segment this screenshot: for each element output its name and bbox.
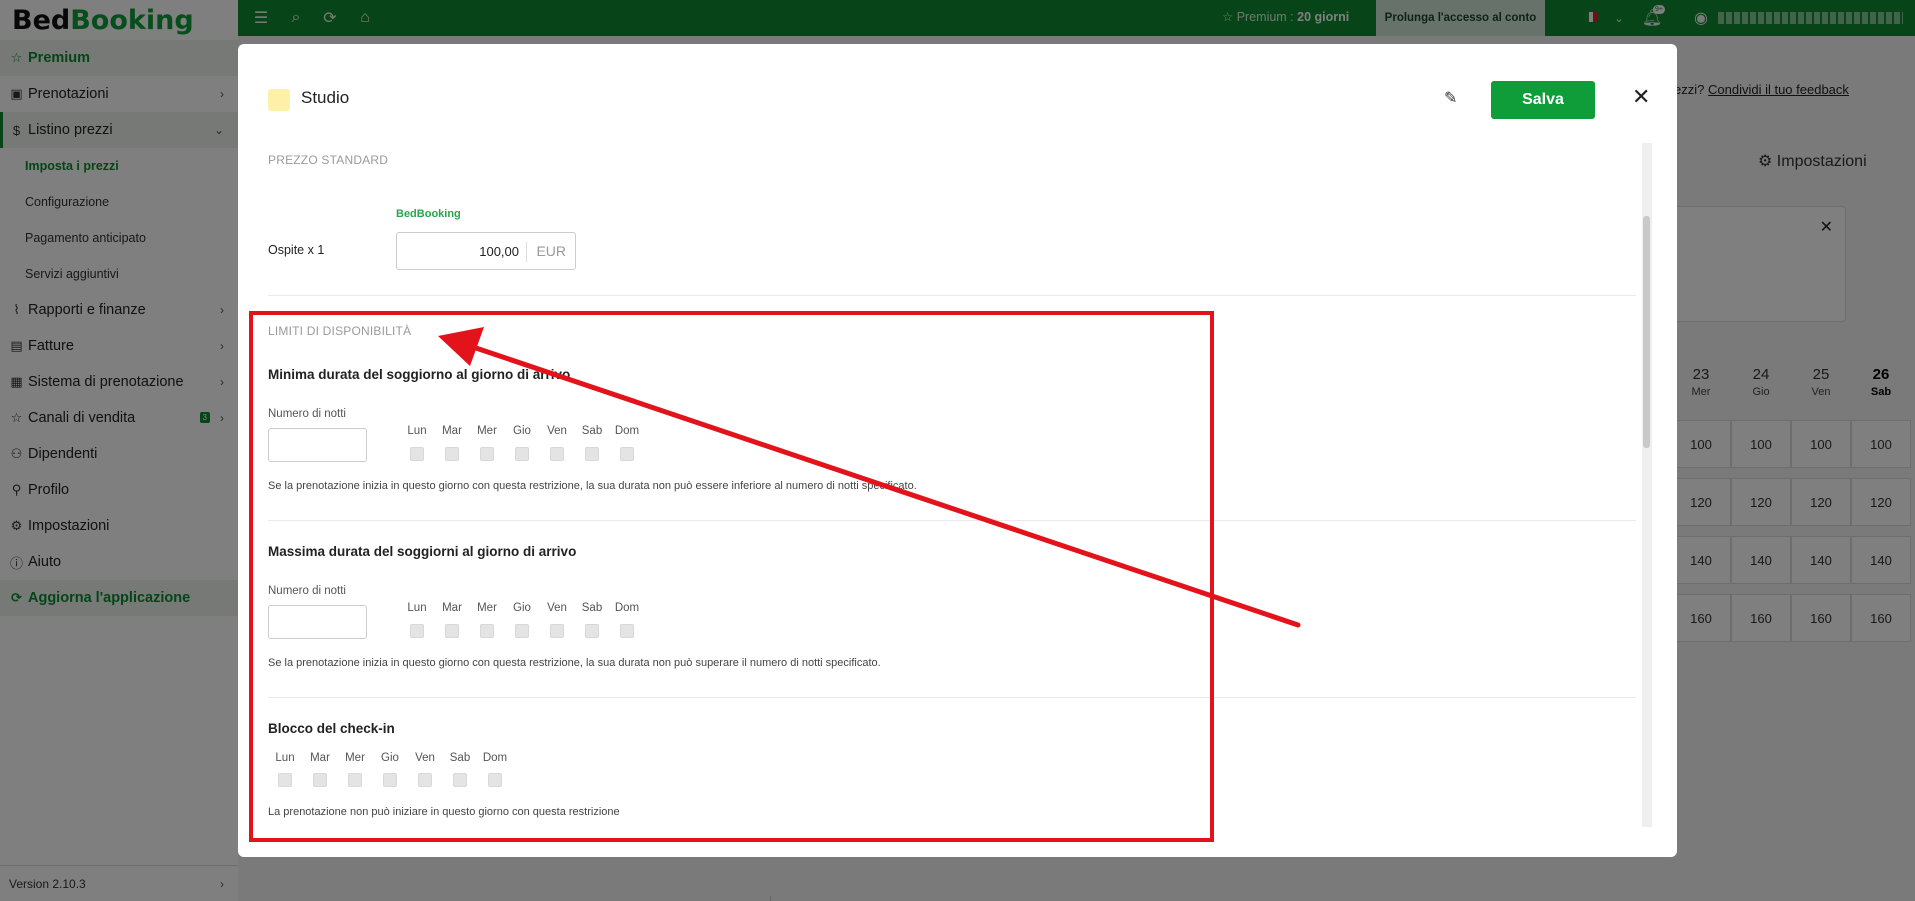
arrow-shaft xyxy=(467,343,1301,628)
arrow-annotation xyxy=(438,327,1301,628)
